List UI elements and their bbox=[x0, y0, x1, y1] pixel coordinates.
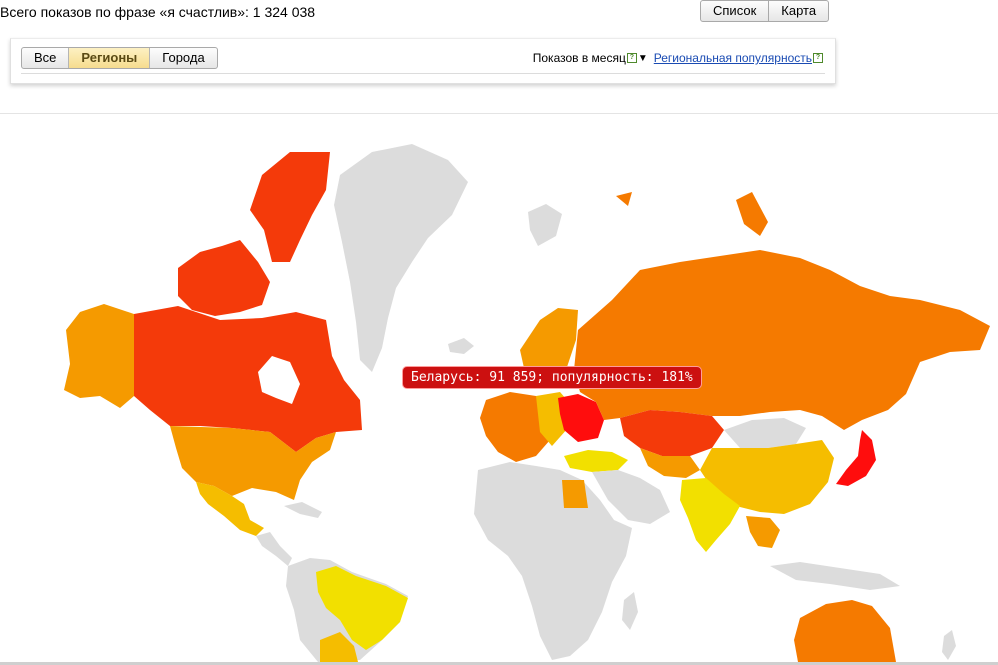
map-region-svalbard[interactable] bbox=[528, 204, 562, 246]
map-region-russia[interactable] bbox=[574, 250, 990, 430]
shows-per-month-label: Показов в месяц bbox=[532, 51, 626, 65]
total-impressions-text: Всего показов по фразе «я счастлив»: 1 3… bbox=[0, 4, 316, 20]
region-tooltip: Беларусь: 91 859; популярность: 181% bbox=[402, 366, 702, 389]
map-region-canada-islands-2[interactable] bbox=[178, 240, 270, 316]
map-region-greenland[interactable] bbox=[334, 144, 468, 372]
map-region-central-america[interactable] bbox=[256, 532, 292, 566]
filter-panel: Все Регионы Города Показов в месяц ? ▼ Р… bbox=[10, 38, 836, 84]
tab-all[interactable]: Все bbox=[22, 48, 68, 68]
help-icon[interactable]: ? bbox=[813, 53, 823, 63]
map-region-new-zealand[interactable] bbox=[942, 630, 956, 660]
map-region-russian-islands[interactable] bbox=[616, 192, 632, 206]
map-view-button[interactable]: Карта bbox=[768, 1, 828, 21]
map-region-southeast-asia[interactable] bbox=[746, 516, 780, 548]
map-region-kazakhstan[interactable] bbox=[620, 410, 724, 456]
sort-arrow-down-icon[interactable]: ▼ bbox=[638, 53, 648, 64]
map-region-canada-islands[interactable] bbox=[250, 152, 330, 262]
tab-cities[interactable]: Города bbox=[149, 48, 216, 68]
view-switch: Список Карта bbox=[700, 0, 830, 22]
map-region-indonesia[interactable] bbox=[770, 562, 900, 590]
region-tabs: Все Регионы Города bbox=[21, 47, 218, 69]
map-region-madagascar[interactable] bbox=[622, 592, 638, 630]
map-region-australia[interactable] bbox=[794, 600, 896, 662]
map-region-alaska[interactable] bbox=[64, 304, 134, 408]
list-view-button[interactable]: Список bbox=[701, 1, 768, 21]
map-region-turkey[interactable] bbox=[564, 450, 628, 472]
regional-popularity-link[interactable]: Региональная популярность bbox=[654, 51, 812, 65]
map-region-iceland[interactable] bbox=[448, 338, 474, 354]
map-region-novaya-zemlya[interactable] bbox=[736, 192, 768, 236]
panel-divider bbox=[21, 73, 825, 74]
panel-controls: Показов в месяц ? ▼ Региональная популяр… bbox=[533, 51, 823, 65]
tab-regions[interactable]: Регионы bbox=[68, 48, 150, 68]
help-icon[interactable]: ? bbox=[626, 53, 637, 63]
map-region-caribbean[interactable] bbox=[284, 502, 322, 518]
map-region-egypt[interactable] bbox=[562, 480, 588, 508]
map-region-mongolia[interactable] bbox=[724, 418, 806, 448]
map-region-japan[interactable] bbox=[836, 430, 876, 486]
world-map bbox=[64, 144, 990, 662]
